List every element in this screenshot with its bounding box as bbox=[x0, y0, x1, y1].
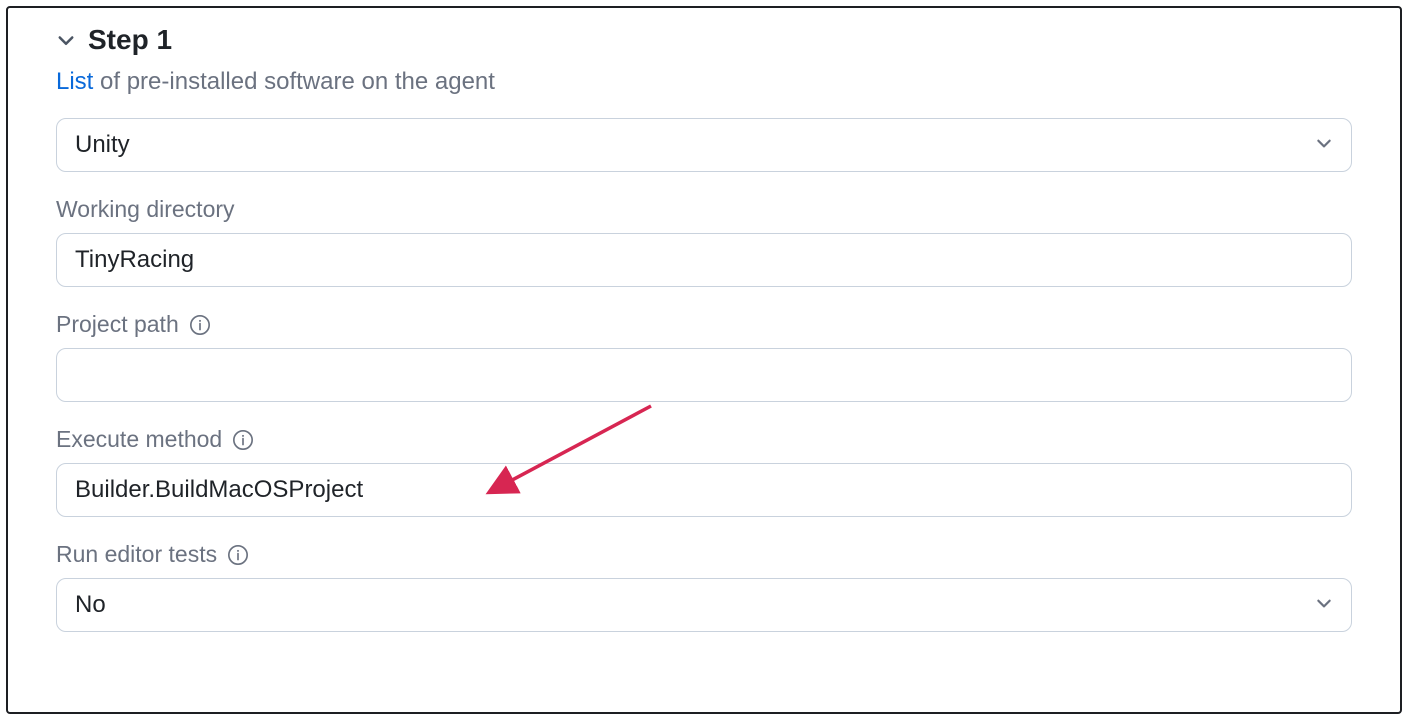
info-icon[interactable] bbox=[232, 429, 254, 451]
working-directory-field: Working directory bbox=[56, 196, 1352, 287]
run-editor-tests-select[interactable]: No bbox=[56, 578, 1352, 632]
preinstalled-software-note: List of pre-installed software on the ag… bbox=[56, 68, 1352, 96]
working-directory-input[interactable] bbox=[56, 233, 1352, 287]
preinstalled-list-link[interactable]: List bbox=[56, 68, 93, 95]
runner-select-value: Unity bbox=[75, 131, 130, 159]
preinstalled-note-text: of pre-installed software on the agent bbox=[93, 68, 495, 95]
info-icon[interactable] bbox=[227, 544, 249, 566]
working-directory-label: Working directory bbox=[56, 196, 1352, 223]
execute-method-input[interactable] bbox=[56, 463, 1352, 517]
runner-field: Unity bbox=[56, 118, 1352, 172]
project-path-label: Project path bbox=[56, 311, 179, 338]
runner-select[interactable]: Unity bbox=[56, 118, 1352, 172]
step-header: Step 1 bbox=[56, 24, 1352, 56]
chevron-down-icon[interactable] bbox=[56, 30, 76, 50]
chevron-down-icon bbox=[1315, 591, 1333, 619]
execute-method-field: Execute method bbox=[56, 426, 1352, 517]
step-panel: Step 1 List of pre-installed software on… bbox=[6, 6, 1402, 714]
run-editor-tests-label: Run editor tests bbox=[56, 541, 217, 568]
run-editor-tests-field: Run editor tests No bbox=[56, 541, 1352, 632]
execute-method-label: Execute method bbox=[56, 426, 222, 453]
step-title: Step 1 bbox=[88, 24, 172, 56]
run-editor-tests-value: No bbox=[75, 591, 106, 619]
project-path-input[interactable] bbox=[56, 348, 1352, 402]
project-path-field: Project path bbox=[56, 311, 1352, 402]
info-icon[interactable] bbox=[189, 314, 211, 336]
chevron-down-icon bbox=[1315, 131, 1333, 159]
